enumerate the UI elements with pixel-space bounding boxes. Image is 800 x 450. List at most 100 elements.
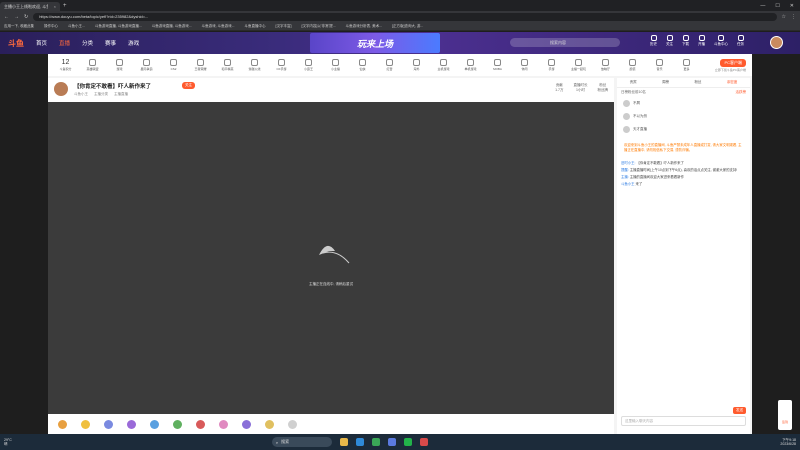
bookmark-item[interactable]: 斗鱼直播中心 <box>245 24 266 29</box>
category-item[interactable]: 王者荣耀 <box>187 59 214 71</box>
user-menu-item[interactable]: 开播 <box>698 35 705 47</box>
category-item[interactable]: 星际争霸 <box>133 59 160 71</box>
gift-icon[interactable] <box>150 419 159 429</box>
category-item[interactable]: 小主播 <box>322 59 349 71</box>
video-player[interactable]: 主播正在连线中, 请稍后重试 <box>48 102 614 414</box>
edge-icon[interactable] <box>355 438 364 446</box>
user-menu-item[interactable]: 关注 <box>666 35 673 47</box>
user-menu-item[interactable]: 斗鱼中心 <box>714 35 728 47</box>
gift-icon[interactable] <box>127 419 136 429</box>
gift-icon[interactable] <box>173 419 182 429</box>
category-item[interactable]: 休闲 <box>511 59 538 71</box>
host-name[interactable]: 斗鱼小王 <box>74 92 88 97</box>
minimize-icon[interactable]: — <box>760 3 765 9</box>
category-item[interactable]: 海外 <box>403 59 430 71</box>
nav-games[interactable]: 游戏 <box>128 39 139 47</box>
nav-live[interactable]: 直播 <box>59 39 70 47</box>
category-item[interactable]: 更多 <box>673 59 700 71</box>
pc-client-button[interactable]: PC客户端 <box>720 58 746 67</box>
category-item[interactable]: 音乐 <box>646 59 673 71</box>
bookmark-item[interactable]: 应用一下, 收藏此集 <box>4 24 34 29</box>
category-item[interactable]: 放映厅 <box>592 59 619 71</box>
nav-events[interactable]: 赛事 <box>105 39 116 47</box>
message-author[interactable]: 斗鱼小王 <box>621 182 635 186</box>
user-menu-item[interactable]: 任务 <box>737 35 744 47</box>
rank-header-right[interactable]: 活跃榜 <box>736 90 747 95</box>
category-item[interactable]: 英雄联盟 <box>79 59 106 71</box>
message-author[interactable]: 提醒: <box>621 168 629 172</box>
gift-icon[interactable] <box>196 419 205 429</box>
room-stat[interactable]: 直播时长 1小时 <box>574 83 588 93</box>
avatar[interactable] <box>770 36 783 49</box>
url-field[interactable]: https://www.douyu.com/beta/topic/yefl?ri… <box>33 12 777 21</box>
bookmark-item[interactable]: 斗鱼游戏, 斗鱼游戏... <box>202 24 235 29</box>
wechat-icon[interactable] <box>403 438 412 446</box>
room-stat[interactable]: 贡献 1.7万 <box>555 83 563 93</box>
user-menu-item[interactable]: 下载 <box>682 35 689 47</box>
category-points[interactable]: 12 斗鱼积分 <box>52 59 79 71</box>
chat-tab[interactable]: 贵宾 <box>630 80 637 85</box>
gift-icon[interactable] <box>104 419 113 429</box>
gift-icon[interactable] <box>265 419 274 429</box>
host-avatar[interactable] <box>54 82 68 96</box>
category-item[interactable]: 穿越火线 <box>241 59 268 71</box>
message-author[interactable]: 旧时小王: <box>621 161 636 165</box>
reload-icon[interactable]: ↻ <box>24 14 28 20</box>
rank-item[interactable]: 天才直播 <box>617 123 750 136</box>
system-clock[interactable]: 下午9:18 2023/6/28 <box>780 438 796 447</box>
store-icon[interactable] <box>387 438 396 446</box>
category-item[interactable]: MOBA <box>484 59 511 71</box>
category-item[interactable]: 颜值 <box>619 59 646 71</box>
rank-item[interactable]: 不以为然 <box>617 110 750 123</box>
room-stat[interactable]: 粉丝 粉丝牌 <box>598 83 609 93</box>
category-item[interactable]: 游戏 <box>106 59 133 71</box>
browser-tab[interactable]: 主播小王上线啦欢迎, 斗鱼大主播直播 × <box>0 2 60 11</box>
nav-home[interactable]: 首页 <box>36 39 47 47</box>
category-item[interactable]: 仙侠 <box>349 59 376 71</box>
bookmark-item[interactable]: 斗鱼游戏分析表, 美术... <box>346 24 382 29</box>
follow-button[interactable]: 关注 <box>182 82 195 89</box>
bookmark-item[interactable]: 斗鱼游戏直播, 斗鱼游戏直播... <box>95 24 142 29</box>
site-logo[interactable]: 斗鱼 <box>8 38 24 49</box>
category-item[interactable]: 主机游戏 <box>430 59 457 71</box>
new-tab-button[interactable]: + <box>63 3 67 9</box>
gift-icon[interactable] <box>58 419 67 429</box>
gift-icon[interactable] <box>219 419 228 429</box>
category-item[interactable]: 主播一起玩 <box>565 59 592 71</box>
category-item[interactable]: CF手游 <box>268 59 295 71</box>
category-item[interactable]: 红警 <box>376 59 403 71</box>
category-item[interactable]: CS2 <box>160 59 187 71</box>
gift-icon[interactable] <box>288 419 297 429</box>
chat-tab[interactable]: 亲密度 <box>727 80 738 85</box>
file-explorer-icon[interactable] <box>339 438 348 446</box>
message-author[interactable]: 主播: <box>621 175 629 179</box>
category-item[interactable]: 单机游戏 <box>457 59 484 71</box>
menu-icon[interactable]: ⋮ <box>791 14 796 20</box>
user-menu-item[interactable]: 历史 <box>650 35 657 47</box>
taskbar-search[interactable]: ⌕ 搜索 <box>271 437 332 447</box>
back-icon[interactable]: ← <box>4 14 9 20</box>
gift-icon[interactable] <box>81 419 90 429</box>
close-icon[interactable]: × <box>54 4 56 9</box>
bookmark-item[interactable]: [汉字内容]以'非常'提... <box>301 24 335 29</box>
close-window-icon[interactable]: ✕ <box>790 3 794 9</box>
bookmark-item[interactable]: 操作中心 <box>44 24 58 29</box>
chat-tab[interactable]: 粉丝 <box>694 80 701 85</box>
bookmark-item[interactable]: 斗鱼小王... <box>68 24 85 29</box>
app-icon[interactable] <box>419 438 428 446</box>
category-item[interactable]: 和平精英 <box>214 59 241 71</box>
bookmark-item[interactable]: 斗鱼游戏直播, 斗鱼游戏... <box>152 24 192 29</box>
gift-icon[interactable] <box>242 419 251 429</box>
room-category[interactable]: 主播分类 <box>94 92 108 97</box>
category-item[interactable]: 手游 <box>538 59 565 71</box>
bookmark-item[interactable]: [汉字丰富] <box>276 24 292 29</box>
forward-icon[interactable]: → <box>14 14 19 20</box>
category-item[interactable]: 小霸王 <box>295 59 322 71</box>
nav-category[interactable]: 分类 <box>82 39 93 47</box>
maximize-icon[interactable]: ☐ <box>775 3 779 9</box>
send-button[interactable]: 发送 <box>733 407 746 414</box>
star-icon[interactable]: ☆ <box>782 14 786 20</box>
weather-widget[interactable]: 29°C 晴 <box>4 438 12 446</box>
promo-banner[interactable]: 玩来上场 <box>310 33 440 53</box>
bookmark-item[interactable]: [正方版]查询大, 游... <box>392 24 423 29</box>
